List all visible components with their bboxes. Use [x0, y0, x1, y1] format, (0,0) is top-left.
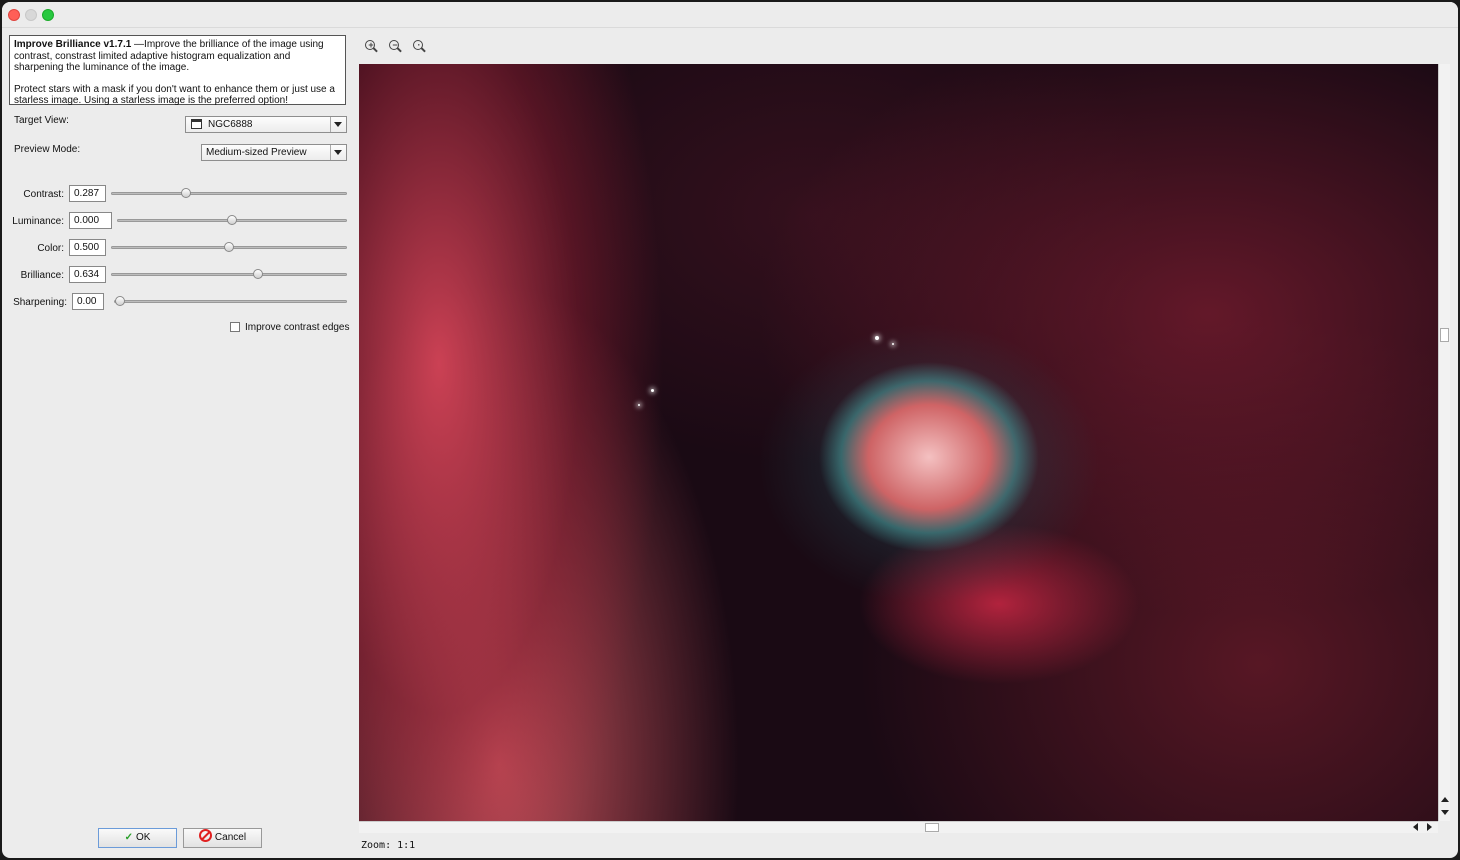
- sharpening-slider[interactable]: [114, 296, 347, 306]
- star: [638, 404, 640, 406]
- settings-panel: Improve Brilliance v1.7.1 —Improve the b…: [2, 28, 354, 858]
- scroll-left-icon[interactable]: [1413, 823, 1418, 831]
- ok-button[interactable]: ✓ OK: [98, 828, 177, 848]
- star: [651, 389, 654, 392]
- cancel-button-label: Cancel: [214, 832, 247, 843]
- sharpening-slider-handle[interactable]: [115, 296, 125, 306]
- brilliance-slider[interactable]: [111, 269, 347, 279]
- target-view-value: NGC6888: [208, 119, 253, 130]
- improve-edges-checkbox[interactable]: [230, 322, 240, 332]
- horizontal-scroll-thumb[interactable]: [925, 823, 939, 832]
- contrast-row: Contrast: 0.287: [2, 185, 354, 205]
- color-slider-handle[interactable]: [224, 242, 234, 252]
- scroll-right-icon[interactable]: [1427, 823, 1432, 831]
- improve-edges-label: Improve contrast edges: [245, 322, 350, 333]
- dialog-window: Improve Brilliance v1.7.1 —Improve the b…: [2, 2, 1458, 858]
- chevron-down-icon: [330, 145, 346, 160]
- zoom-out-icon[interactable]: −: [389, 40, 403, 54]
- color-label: Color:: [37, 243, 64, 254]
- vertical-scroll-thumb[interactable]: [1440, 328, 1449, 342]
- title-bar: [2, 2, 1458, 28]
- color-input[interactable]: 0.500: [69, 239, 106, 256]
- script-description: Improve Brilliance v1.7.1 —Improve the b…: [9, 35, 346, 107]
- zoom-fit-icon[interactable]: ·: [413, 40, 427, 54]
- luminance-label: Luminance:: [12, 216, 64, 227]
- contrast-label: Contrast:: [23, 189, 64, 200]
- luminance-slider[interactable]: [117, 215, 347, 225]
- star: [892, 343, 894, 345]
- sharpening-row: Sharpening: 0.00: [2, 293, 354, 313]
- scroll-down-icon[interactable]: [1441, 810, 1449, 815]
- sharpening-input[interactable]: 0.00: [72, 293, 104, 310]
- preview-panel: + − · Zoom: 1:1: [357, 28, 1458, 858]
- description-text-2: Protect stars with a mask if you don't w…: [14, 83, 335, 107]
- vertical-scrollbar[interactable]: [1438, 64, 1450, 821]
- luminance-row: Luminance: 0.000: [2, 212, 354, 232]
- horizontal-scrollbar[interactable]: [359, 821, 1438, 833]
- brilliance-input[interactable]: 0.634: [69, 266, 106, 283]
- luminance-slider-handle[interactable]: [227, 215, 237, 225]
- contrast-input[interactable]: 0.287: [69, 185, 106, 202]
- maximize-window-button[interactable]: [42, 9, 54, 21]
- target-view-combo[interactable]: NGC6888: [185, 116, 347, 133]
- star: [875, 336, 879, 340]
- contrast-slider-handle[interactable]: [181, 188, 192, 198]
- close-window-button[interactable]: [8, 9, 20, 21]
- preview-mode-value: Medium-sized Preview: [206, 147, 307, 158]
- brilliance-row: Brilliance: 0.634: [2, 266, 354, 286]
- window-icon: [191, 119, 202, 129]
- luminance-input[interactable]: 0.000: [69, 212, 112, 229]
- cancel-button[interactable]: Cancel: [183, 828, 262, 848]
- brilliance-label: Brilliance:: [20, 270, 64, 281]
- checkmark-icon: ✓: [124, 832, 133, 843]
- contrast-slider[interactable]: [111, 188, 347, 198]
- color-slider[interactable]: [111, 242, 347, 252]
- preview-image[interactable]: [359, 64, 1438, 821]
- cancel-icon: [198, 829, 212, 842]
- target-view-label: Target View:: [14, 115, 69, 126]
- zoom-level-label: Zoom: 1:1: [361, 840, 416, 851]
- zoom-in-icon[interactable]: +: [365, 40, 379, 54]
- brilliance-slider-handle[interactable]: [253, 269, 264, 279]
- preview-mode-label: Preview Mode:: [14, 144, 81, 155]
- preview-mode-combo[interactable]: Medium-sized Preview: [201, 144, 347, 161]
- sharpening-label: Sharpening:: [13, 297, 67, 308]
- minimize-window-button[interactable]: [25, 9, 37, 21]
- color-row: Color: 0.500: [2, 239, 354, 259]
- ok-button-label: OK: [135, 832, 151, 843]
- script-title: Improve Brilliance v1.7.1: [14, 39, 132, 50]
- chevron-down-icon: [330, 117, 346, 132]
- scroll-up-icon[interactable]: [1441, 797, 1449, 802]
